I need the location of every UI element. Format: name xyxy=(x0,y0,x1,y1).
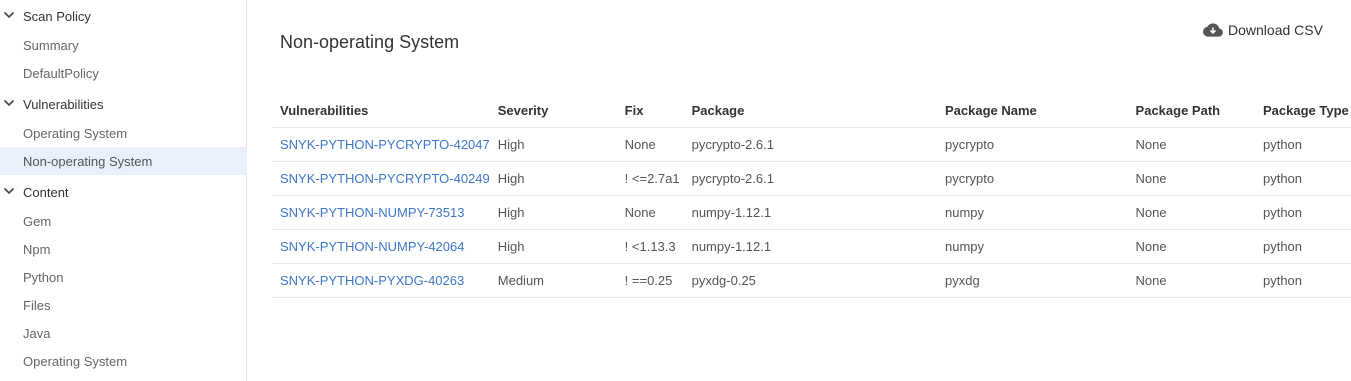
vulnerability-link[interactable]: SNYK-PYTHON-PYCRYPTO-42047 xyxy=(272,127,490,162)
vulnerability-link[interactable]: SNYK-PYTHON-NUMPY-73513 xyxy=(272,195,490,230)
sidebar-item-operating-system[interactable]: Operating System xyxy=(0,119,247,147)
table-row: SNYK-PYTHON-PYCRYPTO-40249 High ! <=2.7a… xyxy=(272,161,1351,196)
package-cell: pycrypto-2.6.1 xyxy=(683,161,937,196)
vulnerability-link[interactable]: SNYK-PYTHON-NUMPY-42064 xyxy=(272,229,490,264)
sidebar-item-label: DefaultPolicy xyxy=(23,66,99,81)
vulnerability-link[interactable]: SNYK-PYTHON-PYCRYPTO-40249 xyxy=(272,161,490,196)
package-name-cell: pycrypto xyxy=(937,127,1128,162)
severity-cell: High xyxy=(489,229,617,264)
vulnerability-link[interactable]: SNYK-PYTHON-PYXDG-40263 xyxy=(272,263,490,298)
table-row: SNYK-PYTHON-PYXDG-40263 Medium ! ==0.25 … xyxy=(272,263,1351,298)
chevron-down-icon[interactable] xyxy=(3,9,15,21)
severity-cell: High xyxy=(489,161,617,196)
sidebar-item-python[interactable]: Python xyxy=(0,263,247,291)
sidebar-item-label: Files xyxy=(23,298,51,313)
column-header-severity[interactable]: Severity xyxy=(489,94,617,128)
package-cell: numpy-1.12.1 xyxy=(683,195,937,230)
package-type-cell: python xyxy=(1254,127,1351,162)
sidebar-item-label: Java xyxy=(23,326,51,341)
fix-cell: ! <=2.7a1 xyxy=(616,161,684,196)
sidebar-item-java[interactable]: Java xyxy=(0,319,247,347)
sidebar-item-content-operating-system[interactable]: Operating System xyxy=(0,347,247,375)
table-row: SNYK-PYTHON-NUMPY-73513 High None numpy-… xyxy=(272,195,1351,230)
sidebar-item-defaultpolicy[interactable]: DefaultPolicy xyxy=(0,59,247,87)
package-name-cell: numpy xyxy=(937,229,1128,264)
sidebar-item-label: Operating System xyxy=(23,354,128,369)
fix-cell: None xyxy=(616,195,684,230)
column-header-fix[interactable]: Fix xyxy=(616,94,684,128)
sidebar-item-gem[interactable]: Gem xyxy=(0,207,247,235)
package-path-cell: None xyxy=(1127,229,1255,264)
table-row: SNYK-PYTHON-NUMPY-42064 High ! <1.13.3 n… xyxy=(272,229,1351,264)
sidebar-group-content[interactable]: Content xyxy=(0,178,247,206)
severity-cell: High xyxy=(489,195,617,230)
sidebar: Scan Policy Summary DefaultPolicy Vulner… xyxy=(0,0,247,381)
package-name-cell: pyxdg xyxy=(937,263,1128,298)
sidebar-item-label: Gem xyxy=(23,214,52,229)
package-path-cell: None xyxy=(1127,195,1255,230)
package-type-cell: python xyxy=(1254,263,1351,298)
cloud-download-icon xyxy=(1203,23,1223,37)
page-title: Non-operating System xyxy=(280,32,460,53)
sidebar-item-non-operating-system[interactable]: Non-operating System xyxy=(0,147,247,175)
column-header-package-name[interactable]: Package Name xyxy=(937,94,1128,128)
sidebar-item-label: Operating System xyxy=(23,126,128,141)
column-header-package[interactable]: Package xyxy=(683,94,937,128)
sidebar-item-summary[interactable]: Summary xyxy=(0,31,247,59)
package-path-cell: None xyxy=(1127,263,1255,298)
sidebar-item-label: Python xyxy=(23,270,64,285)
main-content: Non-operating System Download CSV Vulner… xyxy=(248,0,1351,381)
download-csv-button[interactable]: Download CSV xyxy=(1203,20,1323,40)
package-path-cell: None xyxy=(1127,161,1255,196)
sidebar-group-label: Vulnerabilities xyxy=(23,97,104,112)
sidebar-group-label: Content xyxy=(23,185,69,200)
package-name-cell: pycrypto xyxy=(937,161,1128,196)
fix-cell: ! <1.13.3 xyxy=(616,229,684,264)
sidebar-group-vulnerabilities[interactable]: Vulnerabilities xyxy=(0,90,247,118)
sidebar-group-label: Scan Policy xyxy=(23,9,91,24)
package-type-cell: python xyxy=(1254,229,1351,264)
sidebar-item-label: Non-operating System xyxy=(23,154,153,169)
sidebar-group-scan-policy[interactable]: Scan Policy xyxy=(0,2,247,30)
package-cell: pyxdg-0.25 xyxy=(683,263,937,298)
chevron-down-icon[interactable] xyxy=(3,185,15,197)
package-cell: numpy-1.12.1 xyxy=(683,229,937,264)
table-header-row: Vulnerabilities Severity Fix Package Pac… xyxy=(272,94,1351,128)
sidebar-item-label: Summary xyxy=(23,38,79,53)
fix-cell: None xyxy=(616,127,684,162)
fix-cell: ! ==0.25 xyxy=(616,263,684,298)
sidebar-item-label: Npm xyxy=(23,242,51,257)
app: Scan Policy Summary DefaultPolicy Vulner… xyxy=(0,0,1351,381)
sidebar-item-files[interactable]: Files xyxy=(0,291,247,319)
column-header-package-path[interactable]: Package Path xyxy=(1127,94,1255,128)
sidebar-item-npm[interactable]: Npm xyxy=(0,235,247,263)
column-header-package-type[interactable]: Package Type xyxy=(1254,94,1351,128)
package-path-cell: None xyxy=(1127,127,1255,162)
vulnerabilities-table: Vulnerabilities Severity Fix Package Pac… xyxy=(272,94,1351,298)
package-type-cell: python xyxy=(1254,161,1351,196)
package-name-cell: numpy xyxy=(937,195,1128,230)
package-cell: pycrypto-2.6.1 xyxy=(683,127,937,162)
column-header-vulnerabilities[interactable]: Vulnerabilities xyxy=(272,94,490,128)
severity-cell: High xyxy=(489,127,617,162)
table-row: SNYK-PYTHON-PYCRYPTO-42047 High None pyc… xyxy=(272,127,1351,162)
download-csv-label: Download CSV xyxy=(1228,22,1323,38)
chevron-down-icon[interactable] xyxy=(3,97,15,109)
severity-cell: Medium xyxy=(489,263,617,298)
package-type-cell: python xyxy=(1254,195,1351,230)
